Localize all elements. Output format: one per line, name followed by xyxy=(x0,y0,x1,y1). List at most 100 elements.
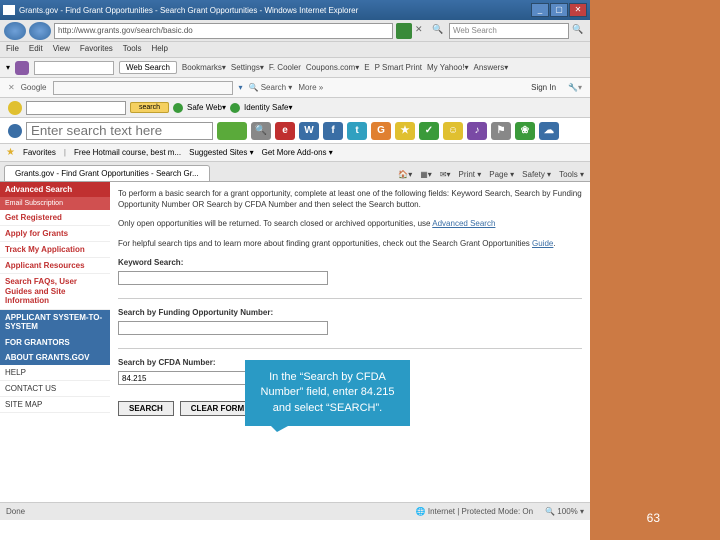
favorites-label[interactable]: Favorites xyxy=(23,148,56,157)
menu-edit[interactable]: Edit xyxy=(29,44,43,55)
forward-button[interactable] xyxy=(29,22,51,40)
identity-icon xyxy=(230,103,240,113)
opportunity-label: Search by Funding Opportunity Number: xyxy=(118,307,582,318)
menu-favorites[interactable]: Favorites xyxy=(80,44,113,55)
clear-button[interactable]: CLEAR FORM xyxy=(180,401,255,416)
menu-tools[interactable]: Tools xyxy=(123,44,142,55)
identity-link[interactable]: Identity Safe▾ xyxy=(244,103,293,112)
main-search-input[interactable] xyxy=(26,122,213,140)
advanced-search-link[interactable]: Advanced Search xyxy=(432,219,495,228)
signin-link[interactable]: Sign In xyxy=(531,83,556,92)
opportunity-input[interactable] xyxy=(118,321,328,335)
bookmarks-link[interactable]: Bookmarks▾ xyxy=(182,63,226,72)
sidebar-sitemap[interactable]: SITE MAP xyxy=(0,397,110,413)
google-toolbar: ✕ Google ▾ 🔍 Search ▾ More » Sign In 🔧▾ xyxy=(0,78,590,98)
feeds-button[interactable]: ▦▾ xyxy=(420,170,432,179)
home-button[interactable]: 🏠▾ xyxy=(398,170,412,179)
favorites-star-icon[interactable]: ★ xyxy=(6,147,15,158)
wrench-icon[interactable]: 🔧▾ xyxy=(568,83,582,92)
favorites-bar: ★ Favorites | Free Hotmail course, best … xyxy=(0,144,590,162)
menu-view[interactable]: View xyxy=(53,44,70,55)
answers-link[interactable]: Answers▾ xyxy=(474,63,509,72)
cooler-link[interactable]: F. Cooler xyxy=(269,63,301,72)
sidebar-contact[interactable]: CONTACT US xyxy=(0,381,110,397)
shortcut-hotmail[interactable]: Free Hotmail course, best m... xyxy=(74,148,181,157)
browser-tab[interactable]: Grants.gov - Find Grant Opportunities - … xyxy=(4,165,210,181)
coupons-link[interactable]: Coupons.com▾ xyxy=(306,63,359,72)
icon-twitter[interactable]: t xyxy=(347,122,367,140)
safeweb-link[interactable]: Safe Web▾ xyxy=(187,103,226,112)
sidebar-email-sub[interactable]: Email Subscription xyxy=(0,197,110,210)
app-icon xyxy=(3,5,15,15)
icon-search[interactable]: 🔍 xyxy=(251,122,271,140)
guide-link[interactable]: Guide xyxy=(532,239,553,248)
icon-star[interactable]: ★ xyxy=(395,122,415,140)
icon-note[interactable]: ♪ xyxy=(467,122,487,140)
close-toolbar-icon[interactable]: ✕ xyxy=(8,83,15,92)
close-button[interactable]: ✕ xyxy=(569,3,587,17)
window-title: Grants.gov - Find Grant Opportunities - … xyxy=(19,6,358,15)
print-dropdown[interactable]: Print ▾ xyxy=(459,170,482,179)
back-button[interactable] xyxy=(4,22,26,40)
tools-dropdown[interactable]: Tools ▾ xyxy=(559,170,584,179)
google-more-link[interactable]: More » xyxy=(298,83,323,92)
sidebar-grantors[interactable]: FOR GRANTORS xyxy=(0,335,110,350)
icon-cloud[interactable]: ☁ xyxy=(539,122,559,140)
minimize-button[interactable]: _ xyxy=(531,3,549,17)
sidebar-resources[interactable]: Applicant Resources xyxy=(0,258,110,274)
go-button[interactable] xyxy=(217,122,247,140)
page-dropdown[interactable]: Page ▾ xyxy=(489,170,514,179)
search-go-icon[interactable]: 🔍 xyxy=(572,24,586,38)
norton-search-button[interactable]: search xyxy=(130,102,169,113)
zoom-control[interactable]: 🔍 100% ▾ xyxy=(545,507,584,516)
sidebar-get-registered[interactable]: Get Registered xyxy=(0,210,110,226)
myyahoo-link[interactable]: My Yahoo!▾ xyxy=(427,63,469,72)
icon-gmail[interactable]: G xyxy=(371,122,391,140)
icon-facebook[interactable]: f xyxy=(323,122,343,140)
sidebar-advanced-search[interactable]: Advanced Search xyxy=(0,182,110,197)
e-link[interactable]: E xyxy=(364,63,369,72)
menu-file[interactable]: File xyxy=(6,44,19,55)
google-label: Google xyxy=(21,83,47,92)
status-mode: 🌐 Internet | Protected Mode: On xyxy=(416,507,533,516)
yahoo-icon[interactable] xyxy=(15,61,29,75)
suggested-sites[interactable]: Suggested Sites ▾ xyxy=(189,148,254,157)
icon-w[interactable]: W xyxy=(299,122,319,140)
sidebar-about[interactable]: ABOUT GRANTS.GOV xyxy=(0,350,110,365)
menu-help[interactable]: Help xyxy=(151,44,167,55)
toolbar-menu-icon[interactable]: ▾ xyxy=(6,63,10,72)
tab-strip: Grants.gov - Find Grant Opportunities - … xyxy=(0,162,590,182)
sidebar-help[interactable]: HELP xyxy=(0,365,110,381)
web-search-button[interactable]: Web Search xyxy=(119,61,177,74)
stop-icon[interactable]: ✕ xyxy=(415,24,429,38)
smartprint-link[interactable]: P Smart Print xyxy=(375,63,422,72)
sidebar-faqs[interactable]: Search FAQs, User Guides and Site Inform… xyxy=(0,274,110,310)
norton-search-input[interactable] xyxy=(26,101,126,115)
icon-leaf[interactable]: ❀ xyxy=(515,122,535,140)
google-search-input[interactable] xyxy=(53,81,233,95)
yahoo-search-input[interactable] xyxy=(34,61,114,75)
main-content: To perform a basic search for a grant op… xyxy=(110,182,590,522)
search-provider-icon[interactable]: 🔍 xyxy=(432,24,446,38)
google-search-button[interactable]: 🔍 Search ▾ xyxy=(249,83,293,92)
icon-ebay[interactable]: e xyxy=(275,122,295,140)
mail-button[interactable]: ✉▾ xyxy=(440,170,451,179)
keyword-input[interactable] xyxy=(118,271,328,285)
search-button[interactable]: SEARCH xyxy=(118,401,174,416)
icon-flag[interactable]: ⚑ xyxy=(491,122,511,140)
url-input[interactable]: http://www.grants.gov/search/basic.do xyxy=(54,23,393,39)
icon-check[interactable]: ✓ xyxy=(419,122,439,140)
browser-search-input[interactable]: Web Search xyxy=(449,23,569,39)
safety-dropdown[interactable]: Safety ▾ xyxy=(522,170,551,179)
settings-link[interactable]: Settings▾ xyxy=(231,63,264,72)
safeweb-icon xyxy=(173,103,183,113)
get-addons[interactable]: Get More Add-ons ▾ xyxy=(262,148,333,157)
maximize-button[interactable]: ▢ xyxy=(550,3,568,17)
sidebar-apply[interactable]: Apply for Grants xyxy=(0,226,110,242)
sidebar-s2s[interactable]: APPLICANT SYSTEM-TO-SYSTEM xyxy=(0,310,110,335)
window-titlebar: Grants.gov - Find Grant Opportunities - … xyxy=(0,0,590,20)
icon-smile[interactable]: ☺ xyxy=(443,122,463,140)
hp-icon[interactable] xyxy=(8,124,22,138)
sidebar-track[interactable]: Track My Application xyxy=(0,242,110,258)
refresh-button[interactable] xyxy=(396,23,412,39)
